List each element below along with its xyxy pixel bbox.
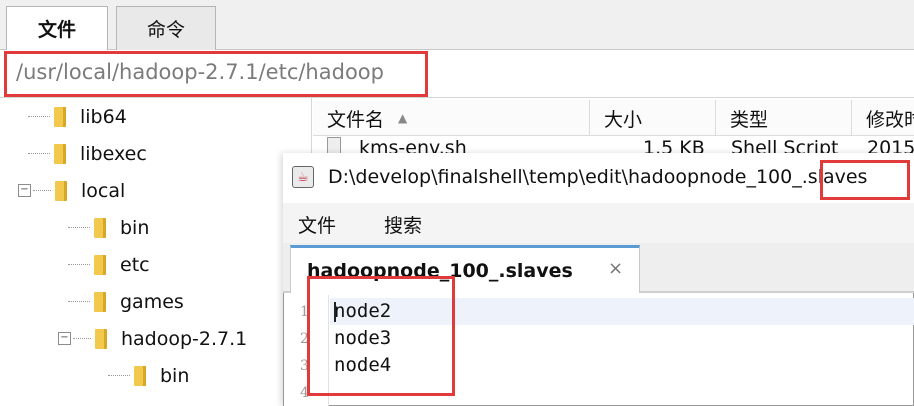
folder-icon [94,291,106,312]
editor-menu-bar [283,203,914,243]
column-header-size[interactable]: 大小 [590,100,716,136]
column-name-label: 文件名 [327,108,385,131]
tree-item-label: local [81,179,126,202]
tree-item-local[interactable]: − local [0,172,311,209]
tree-connector [68,264,90,265]
java-app-icon: ☕ [292,166,314,188]
column-header-modified[interactable]: 修改时 [852,100,914,136]
tree-connector [28,153,50,154]
tree-item-label: bin [160,364,190,387]
tree-item-etc[interactable]: etc [0,246,311,283]
tree-connector [33,190,51,191]
menu-file[interactable]: 文件 [298,211,336,238]
close-tab-icon[interactable]: × [608,258,623,279]
folder-icon [94,254,106,275]
sort-ascending-icon: ▲ [398,111,408,125]
tree-connector [73,338,91,339]
menu-search[interactable]: 搜索 [384,211,422,238]
tree-connector [68,227,90,228]
column-type-label: 类型 [730,108,769,131]
tree-connector [68,301,90,302]
tree-connector [28,116,50,117]
folder-icon [95,328,107,349]
tree-item-games[interactable]: games [0,283,311,320]
column-header-name[interactable]: 文件名 ▲ [313,100,590,136]
tree-connector [108,375,130,376]
tree-item-lib64[interactable]: lib64 [0,98,311,135]
folder-icon [94,217,106,238]
code-highlight-box [307,276,455,396]
folder-icon [55,180,67,201]
column-header-type[interactable]: 类型 [716,100,852,136]
directory-tree: lib64 libexec − local bin etc games − ha… [0,98,312,406]
tab-file[interactable]: 文件 [6,6,108,50]
tree-item-label: libexec [80,142,147,165]
collapse-icon[interactable]: − [18,184,31,197]
path-highlight-box [4,51,428,97]
tab-command[interactable]: 命令 [116,6,216,50]
folder-icon [54,143,66,164]
tree-item-label: etc [120,253,150,276]
tree-item-label: lib64 [80,105,127,128]
folder-icon [134,365,146,386]
tree-item-label: games [120,290,184,313]
tree-item-bin[interactable]: bin [0,209,311,246]
title-highlight-box [820,160,910,200]
editor-title: D:\develop\finalshell\temp\edit\hadoopno… [328,166,868,188]
folder-icon [54,106,66,127]
column-size-label: 大小 [604,108,643,131]
tree-item-hadoop-bin[interactable]: bin [0,357,311,394]
tree-item-label: bin [120,216,150,239]
tree-item-label: hadoop-2.7.1 [121,327,248,350]
column-modified-label: 修改时 [866,108,914,131]
tree-item-libexec[interactable]: libexec [0,135,311,172]
collapse-icon[interactable]: − [58,332,71,345]
tree-item-hadoop[interactable]: − hadoop-2.7.1 [0,320,311,357]
